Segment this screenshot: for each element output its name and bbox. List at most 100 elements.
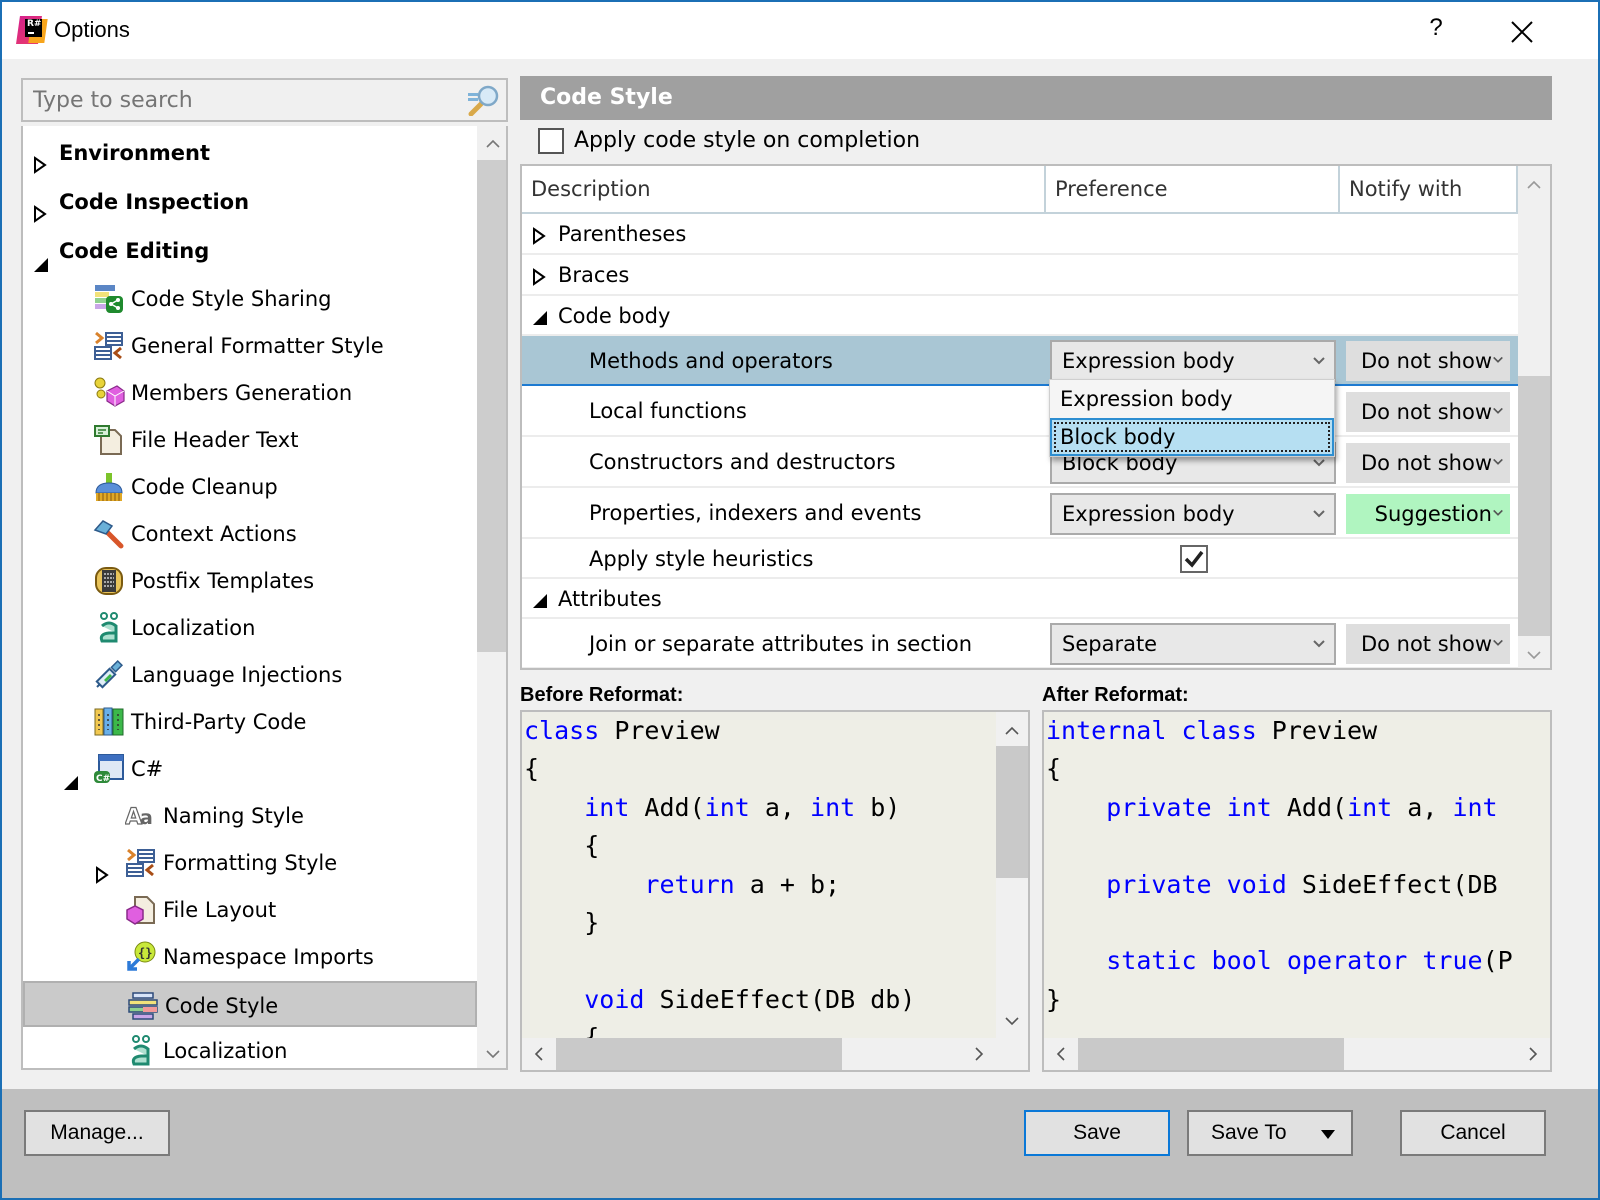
grid-setting-row[interactable]: Join or separate attributes in section Se… bbox=[522, 619, 1518, 668]
grid-setting-row[interactable]: Constructors and destructors Block body Do… bbox=[522, 437, 1518, 488]
scroll-left-icon[interactable] bbox=[1054, 1047, 1068, 1061]
tree-item[interactable]: Code Inspection bbox=[23, 179, 477, 225]
expand-arrow-icon[interactable] bbox=[33, 156, 47, 174]
tree-item[interactable]: Members Generation bbox=[23, 370, 477, 416]
grid-setting-row[interactable]: Local functions Do not show bbox=[522, 386, 1518, 437]
chevron-down-icon[interactable] bbox=[1492, 354, 1504, 366]
scroll-right-icon[interactable] bbox=[972, 1047, 986, 1061]
grid-setting-row[interactable]: Properties, indexers and events Expressio… bbox=[522, 488, 1518, 539]
code-line: static bool operator true(P bbox=[1106, 946, 1513, 976]
after-hscroll-thumb[interactable] bbox=[1078, 1038, 1344, 1070]
search-input[interactable] bbox=[33, 86, 463, 114]
cancel-button[interactable]: Cancel bbox=[1400, 1110, 1546, 1156]
tree-item[interactable]: Language Injections bbox=[23, 652, 477, 698]
scroll-up-icon[interactable] bbox=[1527, 178, 1541, 192]
notify-select[interactable]: Do not show bbox=[1346, 391, 1510, 432]
chevron-down-icon[interactable] bbox=[1312, 354, 1326, 368]
tree-item-label: Third-Party Code bbox=[131, 710, 307, 734]
help-button[interactable]: ? bbox=[1421, 14, 1451, 48]
chevron-down-icon[interactable] bbox=[1312, 456, 1326, 470]
tree-item[interactable]: Code Cleanup bbox=[23, 464, 477, 510]
notify-select[interactable]: Do not show bbox=[1346, 442, 1510, 483]
chevron-down-icon[interactable] bbox=[1492, 405, 1504, 417]
grid-group-row[interactable]: Code body bbox=[522, 296, 1518, 336]
before-vscroll[interactable] bbox=[996, 712, 1028, 1038]
tree-item[interactable]: Code Editing bbox=[23, 228, 477, 274]
tree-item[interactable]: Context Actions bbox=[23, 511, 477, 557]
preference-select[interactable]: Expression body bbox=[1050, 340, 1336, 382]
chevron-down-icon[interactable] bbox=[1492, 637, 1504, 649]
manage-button[interactable]: Manage... bbox=[24, 1110, 170, 1156]
column-header-notify[interactable]: Notify with bbox=[1340, 166, 1518, 212]
tree-item[interactable]: Third-Party Code bbox=[23, 699, 477, 745]
tree-scroll-thumb[interactable] bbox=[477, 160, 506, 652]
scroll-up-icon[interactable] bbox=[485, 136, 501, 152]
collapse-arrow-icon[interactable] bbox=[33, 257, 49, 273]
tree-item[interactable]: Localization bbox=[23, 605, 477, 651]
tree-item[interactable]: Code Style Sharing bbox=[23, 276, 477, 322]
setting-label: Properties, indexers and events bbox=[589, 501, 922, 525]
scroll-right-icon[interactable] bbox=[1526, 1047, 1540, 1061]
scroll-up-icon[interactable] bbox=[1005, 724, 1019, 738]
dropdown-arrow-icon[interactable] bbox=[1321, 1130, 1335, 1139]
apply-on-completion-option[interactable]: Apply code style on completion bbox=[538, 126, 920, 158]
notify-select[interactable]: Suggestion bbox=[1346, 493, 1510, 534]
dropdown-option-block-body[interactable]: Block body bbox=[1050, 418, 1334, 456]
before-hscroll-thumb[interactable] bbox=[556, 1038, 842, 1070]
grid-scroll-thumb[interactable] bbox=[1518, 376, 1550, 636]
scroll-left-icon[interactable] bbox=[532, 1047, 546, 1061]
dropdown-option-expression-body[interactable]: Expression body bbox=[1050, 380, 1334, 418]
tree-item[interactable]: File Header Text bbox=[23, 417, 477, 463]
tree-item[interactable]: Code Style bbox=[23, 981, 477, 1027]
column-header-preference[interactable]: Preference bbox=[1046, 166, 1340, 212]
tree-item[interactable]: C# C# bbox=[23, 746, 477, 792]
grid-group-row[interactable]: Parentheses bbox=[522, 214, 1518, 255]
expand-arrow-icon[interactable] bbox=[532, 226, 546, 245]
expand-arrow-icon[interactable] bbox=[532, 267, 546, 286]
tree-item[interactable]: Postfix Templates bbox=[23, 558, 477, 604]
grid-group-row[interactable]: Braces bbox=[522, 255, 1518, 296]
close-button[interactable] bbox=[1502, 12, 1542, 52]
chevron-down-icon[interactable] bbox=[1312, 507, 1326, 521]
tree-item[interactable]: Environment bbox=[23, 130, 477, 176]
save-button[interactable]: Save bbox=[1024, 1110, 1170, 1156]
after-hscroll[interactable] bbox=[1044, 1038, 1550, 1070]
search-box[interactable] bbox=[21, 78, 508, 122]
apply-style-heuristics-checkbox[interactable] bbox=[1180, 545, 1208, 573]
expand-arrow-icon[interactable] bbox=[95, 866, 109, 884]
tree-item[interactable]: Localization bbox=[23, 1028, 477, 1068]
tree-item[interactable]: General Formatter Style bbox=[23, 323, 477, 369]
code-style-sharing-icon bbox=[95, 285, 123, 313]
tree-scrollbar[interactable] bbox=[477, 126, 506, 1068]
tree-item[interactable]: File Layout bbox=[23, 887, 477, 933]
chevron-down-icon[interactable] bbox=[1492, 456, 1504, 468]
grid-setting-row[interactable]: Methods and operators Expression body Do n… bbox=[522, 336, 1518, 386]
tree-item[interactable]: Formatting Style bbox=[23, 840, 477, 886]
before-vscroll-thumb[interactable] bbox=[996, 746, 1028, 878]
save-to-button[interactable]: Save To bbox=[1187, 1110, 1353, 1156]
notify-select[interactable]: Do not show bbox=[1346, 624, 1510, 664]
column-header-description[interactable]: Description bbox=[522, 166, 1046, 212]
preference-select[interactable]: Expression body bbox=[1050, 492, 1336, 535]
scroll-down-icon[interactable] bbox=[1527, 648, 1541, 662]
apply-on-completion-checkbox[interactable] bbox=[538, 128, 564, 154]
search-icon[interactable] bbox=[466, 84, 500, 116]
collapse-arrow-icon[interactable] bbox=[532, 310, 548, 326]
tree-item[interactable]: Aa Naming Style bbox=[23, 793, 477, 839]
grid-scrollbar[interactable] bbox=[1518, 166, 1550, 668]
chevron-down-icon[interactable] bbox=[1312, 637, 1326, 651]
tree-item[interactable]: {} Namespace Imports bbox=[23, 934, 477, 980]
scroll-down-icon[interactable] bbox=[485, 1046, 501, 1062]
books-icon bbox=[94, 707, 124, 736]
before-hscroll[interactable] bbox=[522, 1038, 1028, 1070]
expand-arrow-icon[interactable] bbox=[33, 205, 47, 223]
preference-select[interactable]: Separate bbox=[1050, 623, 1336, 665]
collapse-arrow-icon[interactable] bbox=[532, 593, 548, 609]
tree-item-label: Formatting Style bbox=[163, 851, 338, 875]
notify-select[interactable]: Do not show bbox=[1346, 341, 1510, 381]
grid-group-row[interactable]: Attributes bbox=[522, 579, 1518, 619]
grid-setting-row[interactable]: Apply style heuristics bbox=[522, 539, 1518, 579]
collapse-arrow-icon[interactable] bbox=[63, 775, 79, 791]
scroll-down-icon[interactable] bbox=[1005, 1014, 1019, 1028]
chevron-down-icon[interactable] bbox=[1492, 507, 1504, 519]
